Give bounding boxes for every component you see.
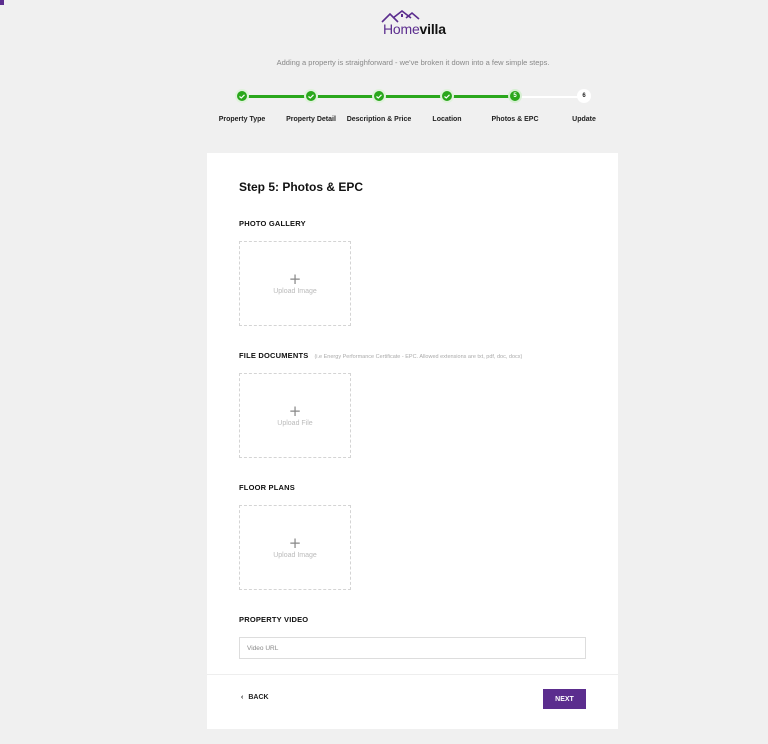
- photo-gallery-heading: PHOTO GALLERY: [239, 219, 306, 228]
- page-title: Step 5: Photos & EPC: [239, 180, 364, 194]
- step-label-property-type: Property Type: [218, 116, 266, 123]
- logo-villa-text: villa: [419, 21, 446, 37]
- video-url-input[interactable]: [239, 637, 586, 659]
- step-5-current-marker[interactable]: 5: [508, 89, 522, 103]
- step-label-update: Update: [572, 116, 596, 123]
- step-label-photos-epc: Photos & EPC: [491, 116, 539, 123]
- form-card: Step 5: Photos & EPC PHOTO GALLERY + Upl…: [207, 153, 618, 729]
- plus-icon: +: [288, 533, 302, 552]
- step-label-location: Location: [432, 116, 462, 123]
- file-documents-note: (i.e Energy Performance Certificate - EP…: [314, 354, 523, 360]
- file-documents-heading: FILE DOCUMENTS (i.e Energy Performance Ce…: [239, 351, 522, 360]
- floor-plans-heading: FLOOR PLANS: [239, 483, 295, 492]
- homevilla-logo[interactable]: Homevilla: [381, 10, 451, 37]
- plus-icon: +: [288, 269, 302, 288]
- page-tagline: Adding a property is straighforward - we…: [276, 58, 550, 67]
- upload-image-label: Upload Image: [273, 287, 317, 295]
- logo-home-text: Home: [383, 21, 420, 37]
- photo-gallery-heading-text: PHOTO GALLERY: [239, 219, 306, 228]
- progress-stepper: 5 6 Property Type Property Detail Descri…: [0, 88, 768, 128]
- step-6-marker[interactable]: 6: [577, 89, 591, 103]
- step-4-check-icon[interactable]: [440, 89, 454, 103]
- upload-file-label: Upload File: [277, 419, 313, 427]
- upload-image-label: Upload Image: [273, 551, 317, 559]
- step-label-property-detail: Property Detail: [286, 116, 336, 123]
- floor-plans-upload-button[interactable]: + Upload Image: [239, 505, 351, 590]
- back-button-label: BACK: [248, 694, 269, 701]
- floor-plans-heading-text: FLOOR PLANS: [239, 483, 295, 492]
- property-video-heading: PROPERTY VIDEO: [239, 615, 308, 624]
- step-3-check-icon[interactable]: [372, 89, 386, 103]
- logo-wordmark: Homevilla: [383, 21, 446, 37]
- chevron-left-icon: ‹: [241, 694, 244, 701]
- file-documents-upload-button[interactable]: + Upload File: [239, 373, 351, 458]
- card-divider: [207, 674, 618, 675]
- file-documents-heading-text: FILE DOCUMENTS: [239, 351, 309, 360]
- back-button[interactable]: ‹ BACK: [241, 694, 269, 701]
- corner-accent: [0, 0, 4, 5]
- step-1-check-icon[interactable]: [235, 89, 249, 103]
- property-video-heading-text: PROPERTY VIDEO: [239, 615, 309, 624]
- next-button[interactable]: NEXT: [543, 689, 586, 709]
- photo-gallery-upload-button[interactable]: + Upload Image: [239, 241, 351, 326]
- stepper-remaining-line: [515, 95, 584, 98]
- step-label-description-price: Description & Price: [346, 116, 412, 123]
- step-2-check-icon[interactable]: [304, 89, 318, 103]
- plus-icon: +: [288, 401, 302, 420]
